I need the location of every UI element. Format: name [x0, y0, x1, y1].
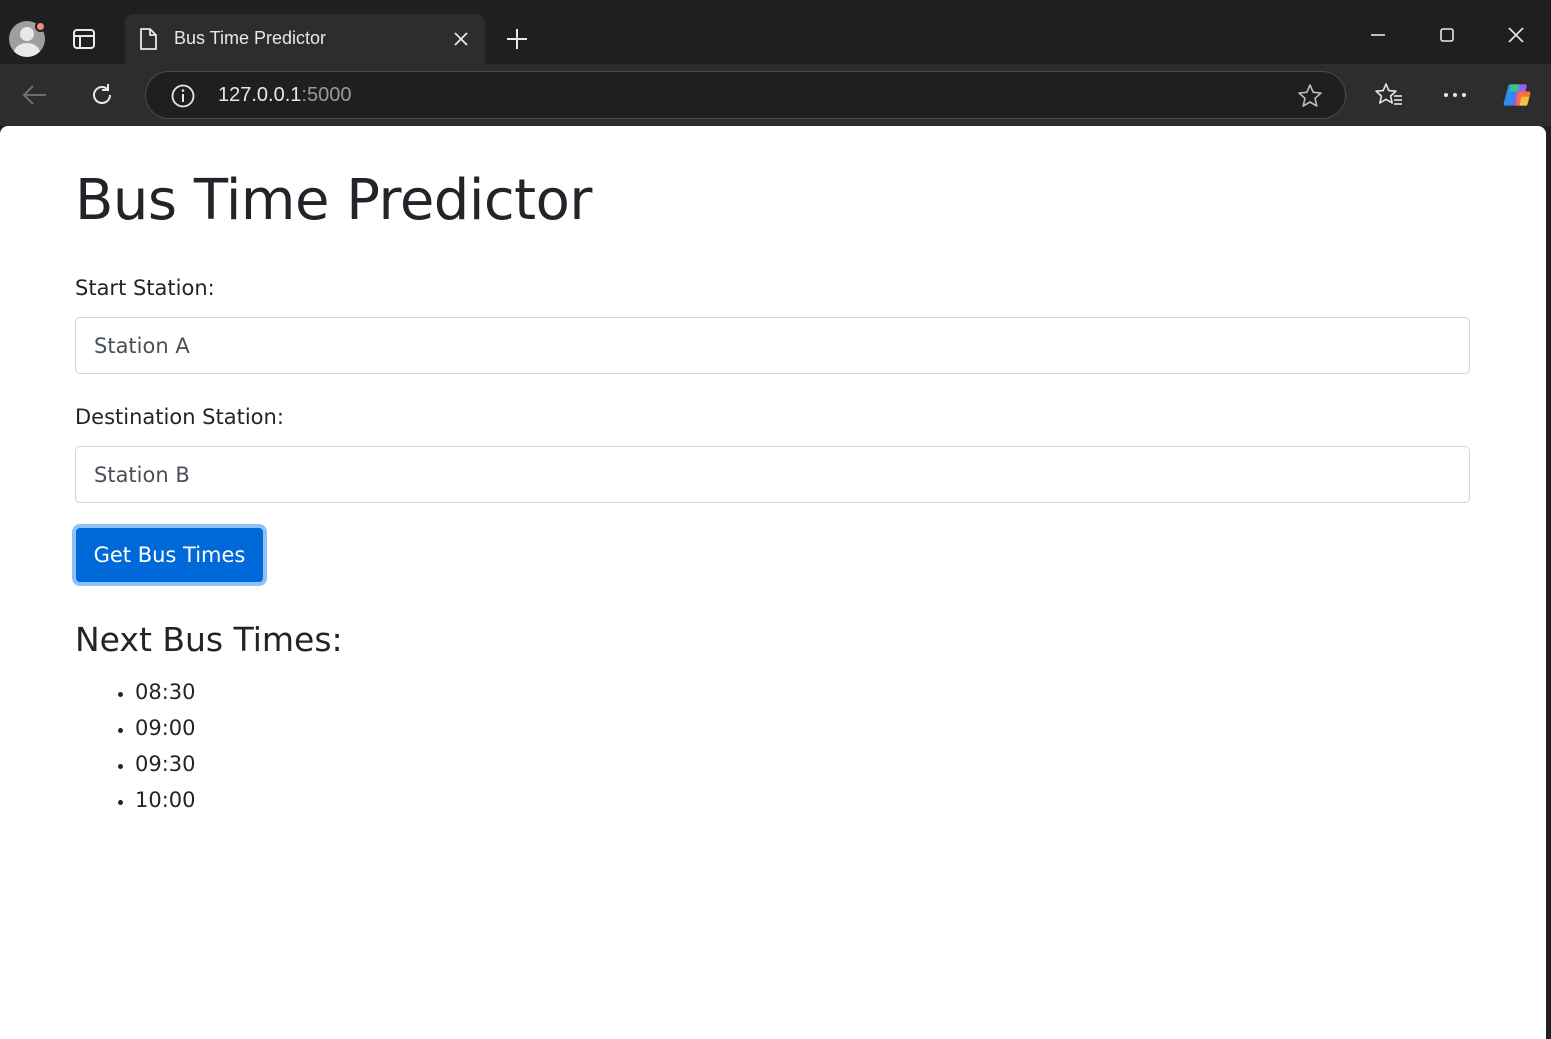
close-tab-icon[interactable]: [451, 29, 471, 49]
close-icon: [1508, 27, 1524, 43]
browser-window: Bus Time Predictor 127.0.0.1:5000 Bus Ti…: [0, 0, 1551, 1039]
get-bus-times-button[interactable]: Get Bus Times: [72, 524, 267, 586]
page-viewport: Bus Time Predictor Start Station: Destin…: [0, 126, 1546, 1039]
tab-active[interactable]: Bus Time Predictor: [125, 14, 485, 64]
url-host: 127.0.0.1: [218, 84, 302, 106]
more-dots-icon: [1444, 93, 1466, 97]
more-menu-button[interactable]: [1440, 80, 1470, 110]
browser-toolbar: 127.0.0.1:5000: [0, 64, 1551, 126]
bus-times-list: 08:30 09:00 09:30 10:00: [135, 677, 196, 821]
url-port: :5000: [301, 84, 352, 106]
favorite-star-icon[interactable]: [1296, 82, 1324, 110]
back-button[interactable]: [20, 80, 50, 110]
site-info-icon[interactable]: [170, 83, 196, 109]
notification-dot: [35, 21, 46, 32]
list-item: 09:00: [135, 713, 196, 749]
list-item: 09:30: [135, 749, 196, 785]
page-icon: [140, 28, 157, 50]
favorites-button[interactable]: [1374, 80, 1404, 110]
results-heading: Next Bus Times:: [75, 620, 343, 659]
avatar-head: [20, 27, 34, 41]
page-title: Bus Time Predictor: [75, 168, 592, 233]
favorites-list-icon: [1375, 83, 1402, 105]
copilot-button[interactable]: [1502, 80, 1532, 110]
back-arrow-icon: [22, 85, 46, 105]
list-item: 10:00: [135, 785, 196, 821]
start-station-label: Start Station:: [75, 276, 215, 300]
copilot-icon: [1503, 84, 1531, 106]
tab-actions-icon: [73, 29, 95, 49]
maximize-icon: [1440, 28, 1454, 42]
maximize-button[interactable]: [1432, 20, 1462, 50]
window-close-button[interactable]: [1501, 20, 1531, 50]
minimize-icon: [1371, 34, 1385, 36]
list-item: 08:30: [135, 677, 196, 713]
reload-button[interactable]: [87, 80, 117, 110]
url-text: 127.0.0.1:5000: [218, 84, 351, 107]
destination-station-label: Destination Station:: [75, 405, 284, 429]
start-station-input[interactable]: [75, 317, 1470, 374]
reload-icon: [93, 84, 111, 104]
minimize-button[interactable]: [1363, 20, 1393, 50]
destination-station-input[interactable]: [75, 446, 1470, 503]
tab-actions-button[interactable]: [70, 26, 98, 52]
address-bar[interactable]: 127.0.0.1:5000: [145, 71, 1346, 119]
avatar-body: [14, 43, 40, 57]
tab-strip: Bus Time Predictor: [0, 0, 1551, 64]
tab-title: Bus Time Predictor: [174, 28, 327, 48]
new-tab-icon[interactable]: [503, 25, 531, 53]
